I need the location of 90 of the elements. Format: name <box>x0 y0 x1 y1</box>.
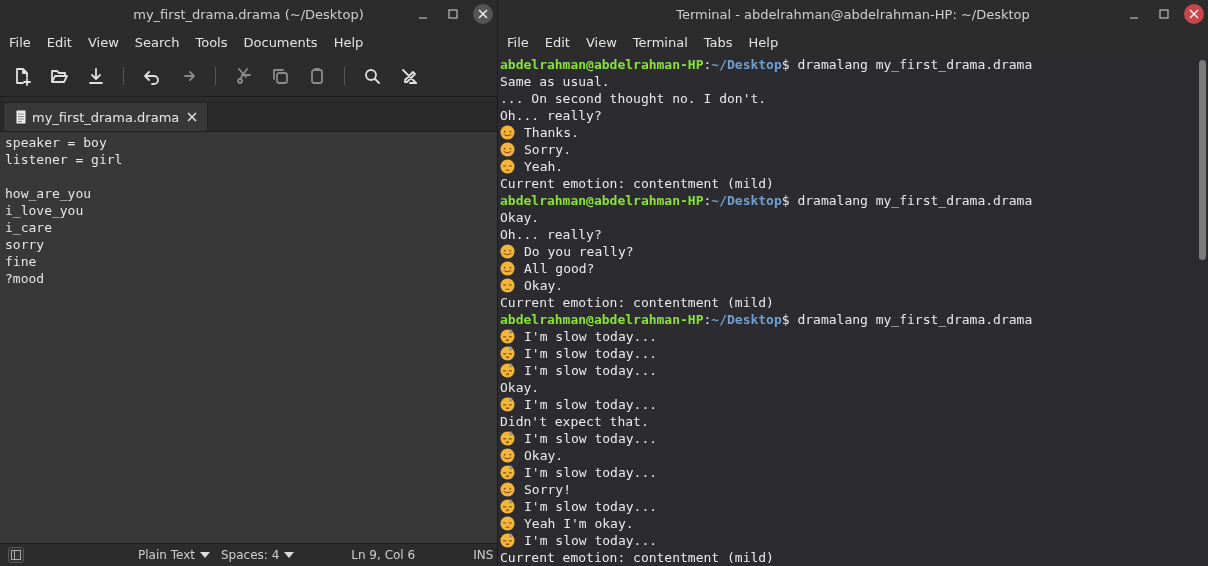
output-text: Okay. <box>524 277 564 294</box>
close-icon[interactable] <box>185 110 200 124</box>
side-panel-button[interactable] <box>8 547 24 563</box>
caret-icon <box>198 551 211 559</box>
insert-mode: INS <box>473 548 494 562</box>
command-text: $ dramalang my_first_drama.drama <box>781 56 1033 73</box>
menu-item[interactable]: File <box>1 34 39 50</box>
output-text: Thanks. <box>524 124 579 141</box>
output-text: Current emotion: contentment (mild) <box>500 175 774 192</box>
output-text: Okay. <box>524 447 564 464</box>
close-button[interactable] <box>473 4 493 24</box>
output-text: ... On second thought no. I don't. <box>500 90 767 107</box>
cursor-position: Ln 9, Col 6 <box>351 548 416 562</box>
prompt-path: ~/Desktop <box>711 311 782 328</box>
language-dropdown[interactable]: Plain Text <box>138 548 211 562</box>
document-tab[interactable]: my_first_drama.drama <box>3 102 209 131</box>
sleeping-face-icon <box>500 363 515 378</box>
output-text: I'm slow today... <box>524 328 658 345</box>
indent-dropdown[interactable]: Spaces: 4 <box>220 548 296 562</box>
close-icon <box>1189 9 1199 19</box>
prompt-separator: : <box>703 192 712 209</box>
output-text: Same as usual. <box>500 73 610 90</box>
menu-item[interactable]: Tools <box>187 34 236 50</box>
prompt-user: abdelrahman@abdelrahman-HP <box>500 56 704 73</box>
prompt-user: abdelrahman@abdelrahman-HP <box>500 192 704 209</box>
sleeping-face-icon <box>500 329 515 344</box>
menu-item[interactable]: Tabs <box>695 34 741 50</box>
close-button[interactable] <box>1184 4 1204 24</box>
menu-item[interactable]: Edit <box>38 34 80 50</box>
menu-item[interactable]: Help <box>740 34 787 50</box>
smiling-face-icon <box>500 482 515 497</box>
output-text: All good? <box>524 260 595 277</box>
window-title: my_first_drama.drama (~/Desktop) <box>133 6 364 22</box>
output-text: Okay. <box>500 209 540 226</box>
menu-item[interactable]: View <box>79 34 127 50</box>
output-text: Oh... really? <box>500 226 602 243</box>
menu-item[interactable]: View <box>577 34 625 50</box>
smiling-face-icon <box>500 244 515 259</box>
menu-item[interactable]: Help <box>325 34 372 50</box>
window-title: Terminal - abdelrahman@abdelrahman-HP: ~/Desktop <box>676 6 1030 22</box>
output-text: Oh... really? <box>500 107 602 124</box>
command-text: $ dramalang my_first_drama.drama <box>781 192 1033 209</box>
prompt-user: abdelrahman@abdelrahman-HP <box>500 311 704 328</box>
smiling-face-icon <box>500 142 515 157</box>
pensive-face-icon <box>500 516 515 531</box>
command-text: $ dramalang my_first_drama.drama <box>781 311 1033 328</box>
output-text: Sorry! <box>524 481 571 498</box>
output-text: I'm slow today... <box>524 345 658 362</box>
menu-item[interactable]: Search <box>126 34 188 50</box>
document-icon <box>16 110 26 124</box>
code-text[interactable]: speaker = boy listener = girl how_are_you i_love_you i_care sorry fine ?mood <box>0 132 497 543</box>
pen-icon[interactable] <box>399 66 419 86</box>
prompt-path: ~/Desktop <box>711 192 782 209</box>
caret-icon <box>283 551 296 559</box>
output-text: I'm slow today... <box>524 464 658 481</box>
download-icon[interactable] <box>86 66 106 86</box>
close-icon <box>478 9 488 19</box>
smiling-face-icon <box>500 261 515 276</box>
output-text: Yeah. <box>524 158 564 175</box>
prompt-separator: : <box>703 311 712 328</box>
output-text: Do you really? <box>524 243 634 260</box>
sleeping-face-icon <box>500 499 515 514</box>
output-text: Okay. <box>500 379 540 396</box>
output-text: I'm slow today... <box>524 498 658 515</box>
output-text: I'm slow today... <box>524 396 658 413</box>
output-text: Didn't expect that. <box>500 413 649 430</box>
output-text: Yeah I'm okay. <box>524 515 634 532</box>
scrollbar-thumb[interactable] <box>1199 60 1206 260</box>
output-text: I'm slow today... <box>524 430 658 447</box>
output-text: Current emotion: contentment (mild) <box>500 294 774 311</box>
sleeping-face-icon <box>500 465 515 480</box>
output-text: Sorry. <box>524 141 571 158</box>
sleeping-face-icon <box>500 346 515 361</box>
menu-item[interactable]: Terminal <box>624 34 696 50</box>
sleeping-face-icon <box>500 431 515 446</box>
output-text: I'm slow today... <box>524 532 658 549</box>
pensive-face-icon <box>500 278 515 293</box>
sleeping-face-icon <box>500 533 515 548</box>
prompt-path: ~/Desktop <box>711 56 782 73</box>
smiling-face-icon <box>500 448 515 463</box>
output-text: Current emotion: contentment (mild) <box>500 549 774 566</box>
menu-item[interactable]: Edit <box>536 34 578 50</box>
smiling-face-icon <box>500 125 515 140</box>
pensive-face-icon <box>500 159 515 174</box>
menu-item[interactable]: Documents <box>235 34 326 50</box>
search-icon[interactable] <box>362 66 382 86</box>
menu-item[interactable]: File <box>499 34 537 50</box>
output-text: I'm slow today... <box>524 362 658 379</box>
prompt-separator: : <box>703 56 712 73</box>
sleeping-face-icon <box>500 397 515 412</box>
